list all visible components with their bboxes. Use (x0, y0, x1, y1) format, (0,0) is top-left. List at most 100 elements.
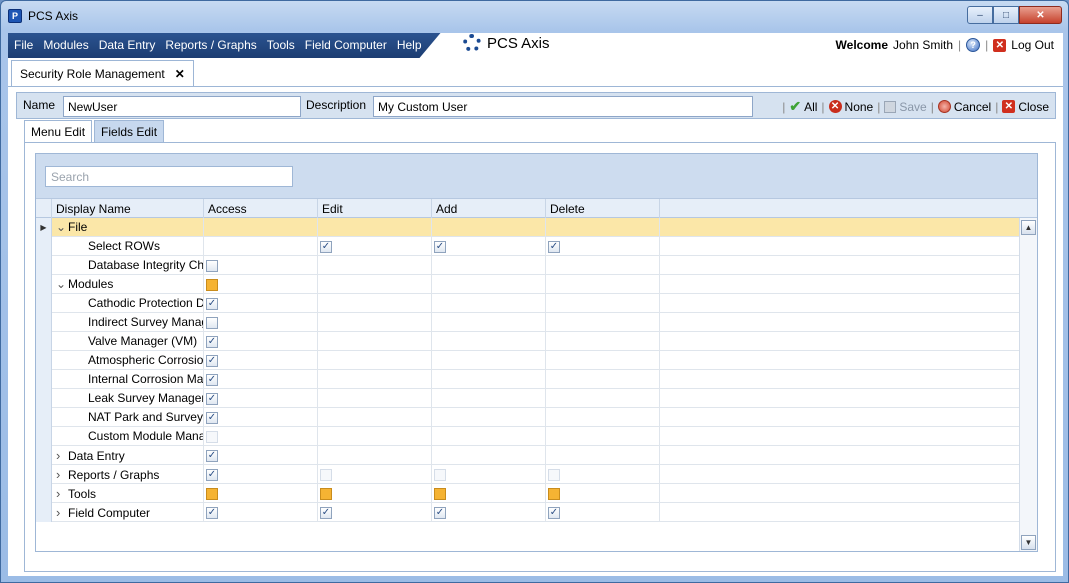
row-indicator[interactable] (36, 465, 52, 484)
edit-checkbox[interactable] (320, 469, 332, 481)
chevron-right-icon[interactable]: › (56, 448, 68, 463)
table-row[interactable]: Custom Module Mana (36, 427, 1020, 446)
row-indicator[interactable] (36, 389, 52, 408)
empty-cell (660, 446, 1020, 465)
menu-data-entry[interactable]: Data Entry (94, 33, 161, 58)
access-checkbox[interactable]: ✓ (206, 298, 218, 310)
user-name: John Smith (893, 38, 954, 52)
access-checkbox[interactable] (206, 260, 218, 272)
tab-security-role-management[interactable]: Security Role Management ✕ (11, 60, 194, 86)
chevron-right-icon[interactable]: › (56, 486, 68, 501)
close-button[interactable]: ✕ Close (1002, 100, 1049, 114)
scroll-up-icon[interactable]: ▲ (1021, 220, 1036, 235)
row-indicator[interactable] (36, 294, 52, 313)
access-checkbox[interactable] (206, 317, 218, 329)
row-indicator[interactable] (36, 427, 52, 446)
access-checkbox[interactable]: ✓ (206, 469, 218, 481)
row-indicator[interactable] (36, 503, 52, 522)
access-checkbox[interactable] (206, 279, 218, 291)
search-area: Search (36, 154, 1037, 198)
none-button[interactable]: ✕ None (828, 100, 873, 114)
display-name-cell: Custom Module Mana (52, 427, 204, 446)
logout-icon[interactable]: ✕ (993, 38, 1007, 52)
access-checkbox[interactable]: ✓ (206, 393, 218, 405)
table-row[interactable]: › Reports / Graphs ✓ (36, 465, 1020, 484)
table-row[interactable]: ▶ ⌄ File (36, 218, 1020, 237)
row-indicator[interactable] (36, 332, 52, 351)
chevron-down-icon[interactable]: ⌄ (56, 220, 68, 234)
access-checkbox[interactable]: ✓ (206, 355, 218, 367)
access-checkbox[interactable]: ✓ (206, 412, 218, 424)
table-row[interactable]: › Tools (36, 484, 1020, 503)
chevron-right-icon[interactable]: › (56, 467, 68, 482)
access-checkbox[interactable]: ✓ (206, 336, 218, 348)
column-header-display-name[interactable]: Display Name (52, 199, 204, 218)
all-button[interactable]: ✔ All (789, 98, 817, 115)
table-row[interactable]: Atmospheric Corrosion ✓ (36, 351, 1020, 370)
table-row[interactable]: Database Integrity Che (36, 256, 1020, 275)
row-indicator[interactable] (36, 408, 52, 427)
del-checkbox[interactable]: ✓ (548, 507, 560, 519)
name-input[interactable]: NewUser (63, 96, 301, 117)
cancel-button[interactable]: Cancel (937, 100, 991, 114)
del-checkbox[interactable]: ✓ (548, 241, 560, 253)
row-indicator[interactable] (36, 256, 52, 275)
vertical-scrollbar[interactable]: ▲ ▼ (1019, 218, 1037, 551)
minimize-button[interactable]: – (967, 6, 993, 24)
table-row[interactable]: Select ROWs ✓ ✓ ✓ (36, 237, 1020, 256)
logout-link[interactable]: Log Out (1011, 38, 1054, 52)
scroll-down-icon[interactable]: ▼ (1021, 535, 1036, 550)
row-indicator[interactable] (36, 370, 52, 389)
add-checkbox[interactable]: ✓ (434, 241, 446, 253)
row-indicator[interactable]: ▶ (36, 218, 52, 237)
add-checkbox[interactable]: ✓ (434, 507, 446, 519)
row-indicator[interactable] (36, 313, 52, 332)
menu-modules[interactable]: Modules (38, 33, 93, 58)
menu-reports-graphs[interactable]: Reports / Graphs (160, 33, 261, 58)
table-row[interactable]: NAT Park and Survey M ✓ (36, 408, 1020, 427)
access-checkbox[interactable]: ✓ (206, 450, 218, 462)
column-header-access[interactable]: Access (204, 199, 318, 218)
access-checkbox[interactable]: ✓ (206, 507, 218, 519)
column-header-edit[interactable]: Edit (318, 199, 432, 218)
add-checkbox[interactable] (434, 469, 446, 481)
table-row[interactable]: Internal Corrosion Mar ✓ (36, 370, 1020, 389)
table-row[interactable]: Indirect Survey Manag (36, 313, 1020, 332)
help-icon[interactable]: ? (966, 38, 981, 52)
chevron-right-icon[interactable]: › (56, 505, 68, 520)
table-row[interactable]: › Data Entry ✓ (36, 446, 1020, 465)
edit-checkbox[interactable]: ✓ (320, 507, 332, 519)
access-checkbox[interactable] (206, 431, 218, 443)
maximize-button[interactable]: □ (993, 6, 1019, 24)
row-indicator[interactable] (36, 446, 52, 465)
tab-menu-edit[interactable]: Menu Edit (24, 120, 93, 143)
edit-checkbox[interactable]: ✓ (320, 241, 332, 253)
column-header-add[interactable]: Add (432, 199, 546, 218)
access-checkbox[interactable]: ✓ (206, 374, 218, 386)
row-indicator[interactable] (36, 351, 52, 370)
tab-fields-edit[interactable]: Fields Edit (94, 120, 165, 142)
table-row[interactable]: › Field Computer ✓ ✓ ✓ ✓ (36, 503, 1020, 522)
row-indicator[interactable] (36, 484, 52, 503)
close-tab-icon[interactable]: ✕ (175, 67, 185, 81)
table-row[interactable]: Cathodic Protection Da ✓ (36, 294, 1020, 313)
menu-field-computer[interactable]: Field Computer (300, 33, 392, 58)
column-header-delete[interactable]: Delete (546, 199, 660, 218)
del-checkbox[interactable] (548, 488, 560, 500)
menu-tools[interactable]: Tools (262, 33, 300, 58)
row-indicator[interactable] (36, 275, 52, 294)
menu-file[interactable]: File (8, 33, 38, 58)
description-input[interactable]: My Custom User (373, 96, 753, 117)
edit-checkbox[interactable] (320, 488, 332, 500)
close-window-button[interactable]: ✕ (1019, 6, 1062, 24)
chevron-down-icon[interactable]: ⌄ (56, 277, 68, 291)
del-checkbox[interactable] (548, 469, 560, 481)
search-input[interactable]: Search (45, 166, 293, 187)
table-row[interactable]: Leak Survey Manager (✓ (36, 389, 1020, 408)
access-checkbox[interactable] (206, 488, 218, 500)
table-row[interactable]: ⌄ Modules (36, 275, 1020, 294)
table-row[interactable]: Valve Manager (VM) ✓ (36, 332, 1020, 351)
row-indicator[interactable] (36, 237, 52, 256)
save-button[interactable]: Save (884, 100, 927, 114)
add-checkbox[interactable] (434, 488, 446, 500)
